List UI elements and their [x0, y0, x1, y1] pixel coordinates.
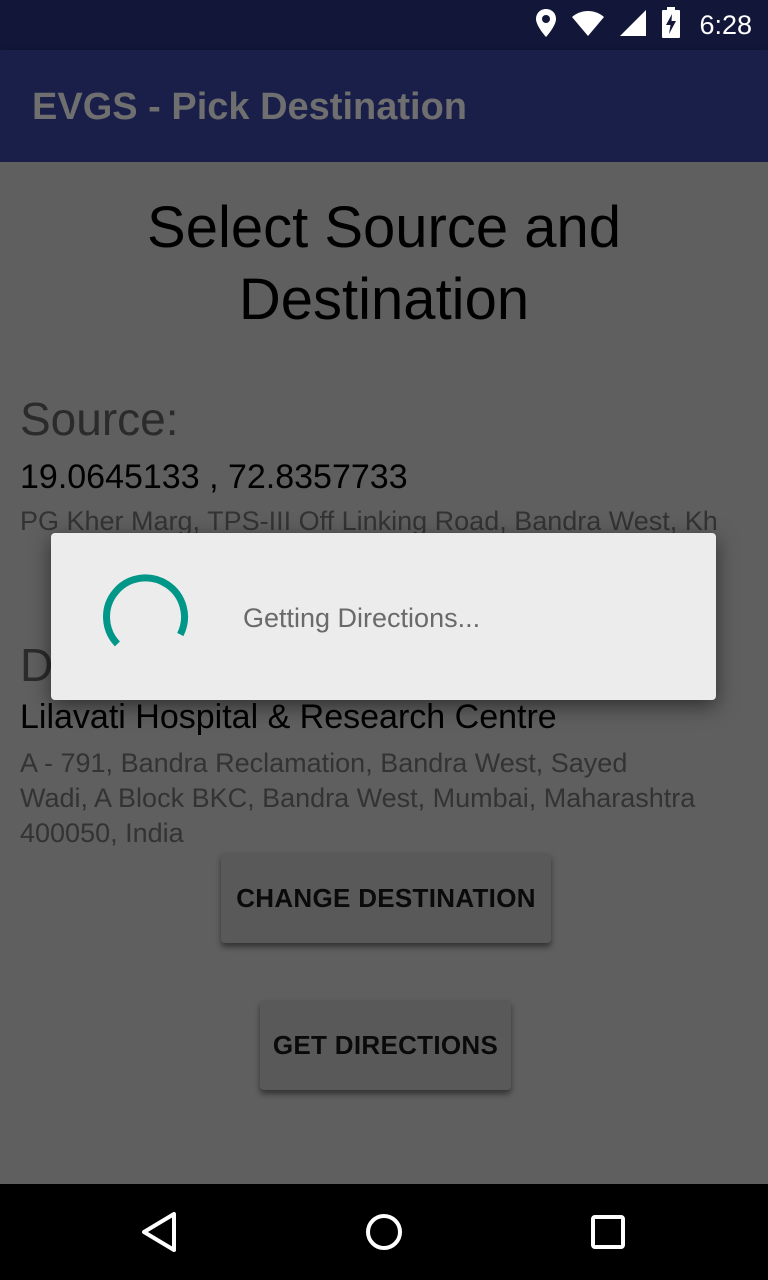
cell-signal-icon [619, 9, 647, 42]
source-label: Source: [20, 393, 179, 445]
status-time: 6:28 [699, 9, 752, 40]
destination-label: D [20, 639, 54, 691]
status-icons: 6:28 [535, 0, 752, 50]
recents-icon[interactable] [578, 1202, 638, 1262]
back-icon[interactable] [130, 1202, 190, 1262]
location-icon [535, 8, 557, 43]
battery-charging-icon [661, 6, 681, 44]
destination-address: A - 791, Bandra Reclamation, Bandra West… [20, 748, 696, 848]
get-directions-button[interactable]: GET DIRECTIONS [260, 1000, 511, 1090]
status-bar: 6:28 [0, 0, 768, 50]
dialog-message: Getting Directions... [243, 603, 481, 633]
app-title: EVGS - Pick Destination [32, 86, 467, 128]
loading-spinner-icon [101, 571, 191, 661]
source-coordinates: 19.0645133 , 72.8357733 [20, 458, 408, 496]
change-destination-button[interactable]: CHANGE DESTINATION [221, 853, 551, 943]
home-icon[interactable] [354, 1202, 414, 1262]
progress-dialog: Getting Directions... [51, 533, 716, 700]
navigation-bar [0, 1184, 768, 1280]
destination-name: Lilavati Hospital & Research Centre [20, 698, 557, 736]
app-bar: EVGS - Pick Destination [0, 50, 768, 162]
wifi-icon [571, 9, 605, 42]
page-heading: Select Source and Destination [147, 195, 621, 332]
